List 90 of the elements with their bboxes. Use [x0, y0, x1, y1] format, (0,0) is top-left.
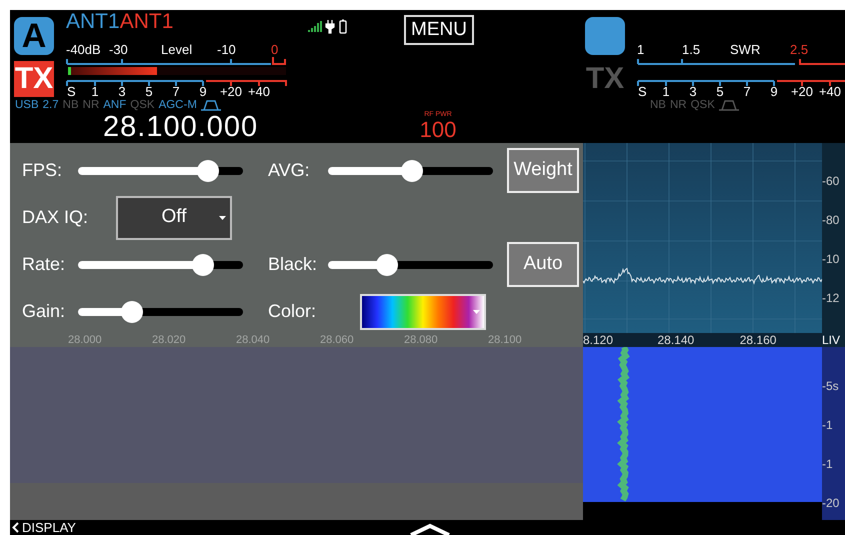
scale-label: 0: [271, 42, 278, 57]
caret-icon: [219, 216, 226, 220]
mode-label: QSK: [130, 98, 155, 112]
scale-label: +40: [818, 84, 842, 97]
scale-label: 7: [172, 84, 180, 97]
slider[interactable]: [78, 160, 243, 182]
frequency-label: 28.020: [152, 333, 187, 347]
mode-label: AGC-M: [158, 98, 197, 112]
scale-label: -10: [217, 42, 236, 57]
scale-label: S: [638, 84, 647, 97]
frequency-label: 28.160: [740, 333, 778, 347]
slider-thumb[interactable]: [121, 300, 144, 322]
slider-thumb[interactable]: [192, 254, 214, 276]
axis-label: -20: [822, 496, 840, 512]
slider-label: Black:: [268, 253, 318, 276]
scale-label: 7: [743, 84, 751, 97]
scale-label: 1: [637, 42, 644, 57]
axis-label: -1: [822, 418, 834, 434]
tx-indicator: TX: [14, 61, 54, 97]
frequency-label: 28.140: [658, 333, 696, 347]
color-palette-dropdown[interactable]: [360, 294, 486, 330]
dax-dropdown[interactable]: Off: [116, 196, 232, 240]
scale-label: 1: [91, 84, 99, 97]
scale-label: 3: [118, 84, 126, 97]
slider[interactable]: [328, 254, 493, 276]
mode-label: NB: [62, 98, 79, 112]
rx-antenna[interactable]: ANT1: [66, 10, 120, 40]
mode-label: USB: [15, 98, 39, 112]
slider-label: Gain:: [22, 300, 66, 323]
scale-label: -30: [109, 42, 128, 57]
panel-button[interactable]: Auto: [507, 242, 579, 287]
frequency-label: 28.080: [404, 333, 439, 347]
scale-label: 9: [199, 84, 207, 97]
scale-label: 2.5: [790, 42, 808, 57]
tx-antenna[interactable]: ANT1: [120, 10, 174, 40]
mode-label: QSK: [690, 98, 715, 112]
scale-line: [799, 59, 845, 65]
caret-icon: [473, 310, 480, 314]
scale-label: 1: [662, 84, 670, 97]
live-label[interactable]: LIV: [822, 333, 845, 347]
tx-label: TX: [585, 61, 625, 97]
slider-thumb[interactable]: [197, 160, 220, 182]
dropdown-label: DAX IQ:: [22, 206, 90, 229]
scale-label: 3: [689, 84, 697, 97]
axis-label: -60: [822, 174, 840, 190]
frequency-label: 8.120: [583, 333, 614, 347]
slider-label: Rate:: [22, 253, 66, 276]
mode-label: ANF: [103, 98, 126, 112]
axis-label: -12: [822, 291, 840, 307]
up-chevron-icon: [408, 522, 451, 535]
axis-label: -10: [822, 252, 840, 268]
frequency-label: 28.060: [320, 333, 355, 347]
back-chevron-icon: [12, 522, 19, 533]
panel-button[interactable]: Weight: [507, 148, 579, 193]
slider-label: AVG:: [268, 159, 311, 182]
slider[interactable]: [78, 254, 243, 276]
slider-thumb[interactable]: [376, 254, 398, 276]
mode-label: 2.7: [42, 98, 59, 112]
frequency-label: 28.000: [68, 333, 103, 347]
mode-label: NR: [82, 98, 100, 112]
scale-label: +20: [790, 84, 814, 97]
scale-label: S: [67, 84, 76, 97]
display-back-link[interactable]: DISPLAY: [12, 520, 76, 535]
axis-label: -80: [822, 213, 840, 229]
scale-label: -40dB: [66, 42, 101, 57]
slider-thumb[interactable]: [401, 160, 424, 182]
scale-label: 1.5: [682, 42, 700, 57]
frequency-display[interactable]: 28.100.000: [10, 112, 300, 142]
mode-label: NB: [650, 98, 666, 112]
slice-badge[interactable]: A: [14, 17, 54, 55]
scale-label: SWR: [730, 42, 760, 57]
menu-button[interactable]: MENU: [404, 15, 474, 45]
dropdown-label: Color:: [268, 300, 318, 323]
meter-peak: [68, 67, 71, 75]
scale-label: 9: [770, 84, 778, 97]
rf-power-value[interactable]: 100: [420, 119, 456, 141]
slider[interactable]: [78, 300, 243, 322]
scale-label: 5: [716, 84, 724, 97]
axis-label: -1: [822, 457, 834, 473]
frequency-label: 28.100: [488, 333, 523, 347]
scale-label: +20: [220, 84, 242, 97]
mode-label: NR: [670, 98, 687, 112]
scale-label: 5: [145, 84, 153, 97]
slider-label: FPS:: [22, 159, 64, 182]
slider[interactable]: [328, 160, 493, 182]
scale-label: +40: [248, 84, 270, 97]
scale-label: Level: [161, 42, 192, 57]
frequency-label: 28.040: [236, 333, 271, 347]
axis-label: -5s: [822, 379, 840, 395]
slice-badge[interactable]: [585, 17, 625, 55]
